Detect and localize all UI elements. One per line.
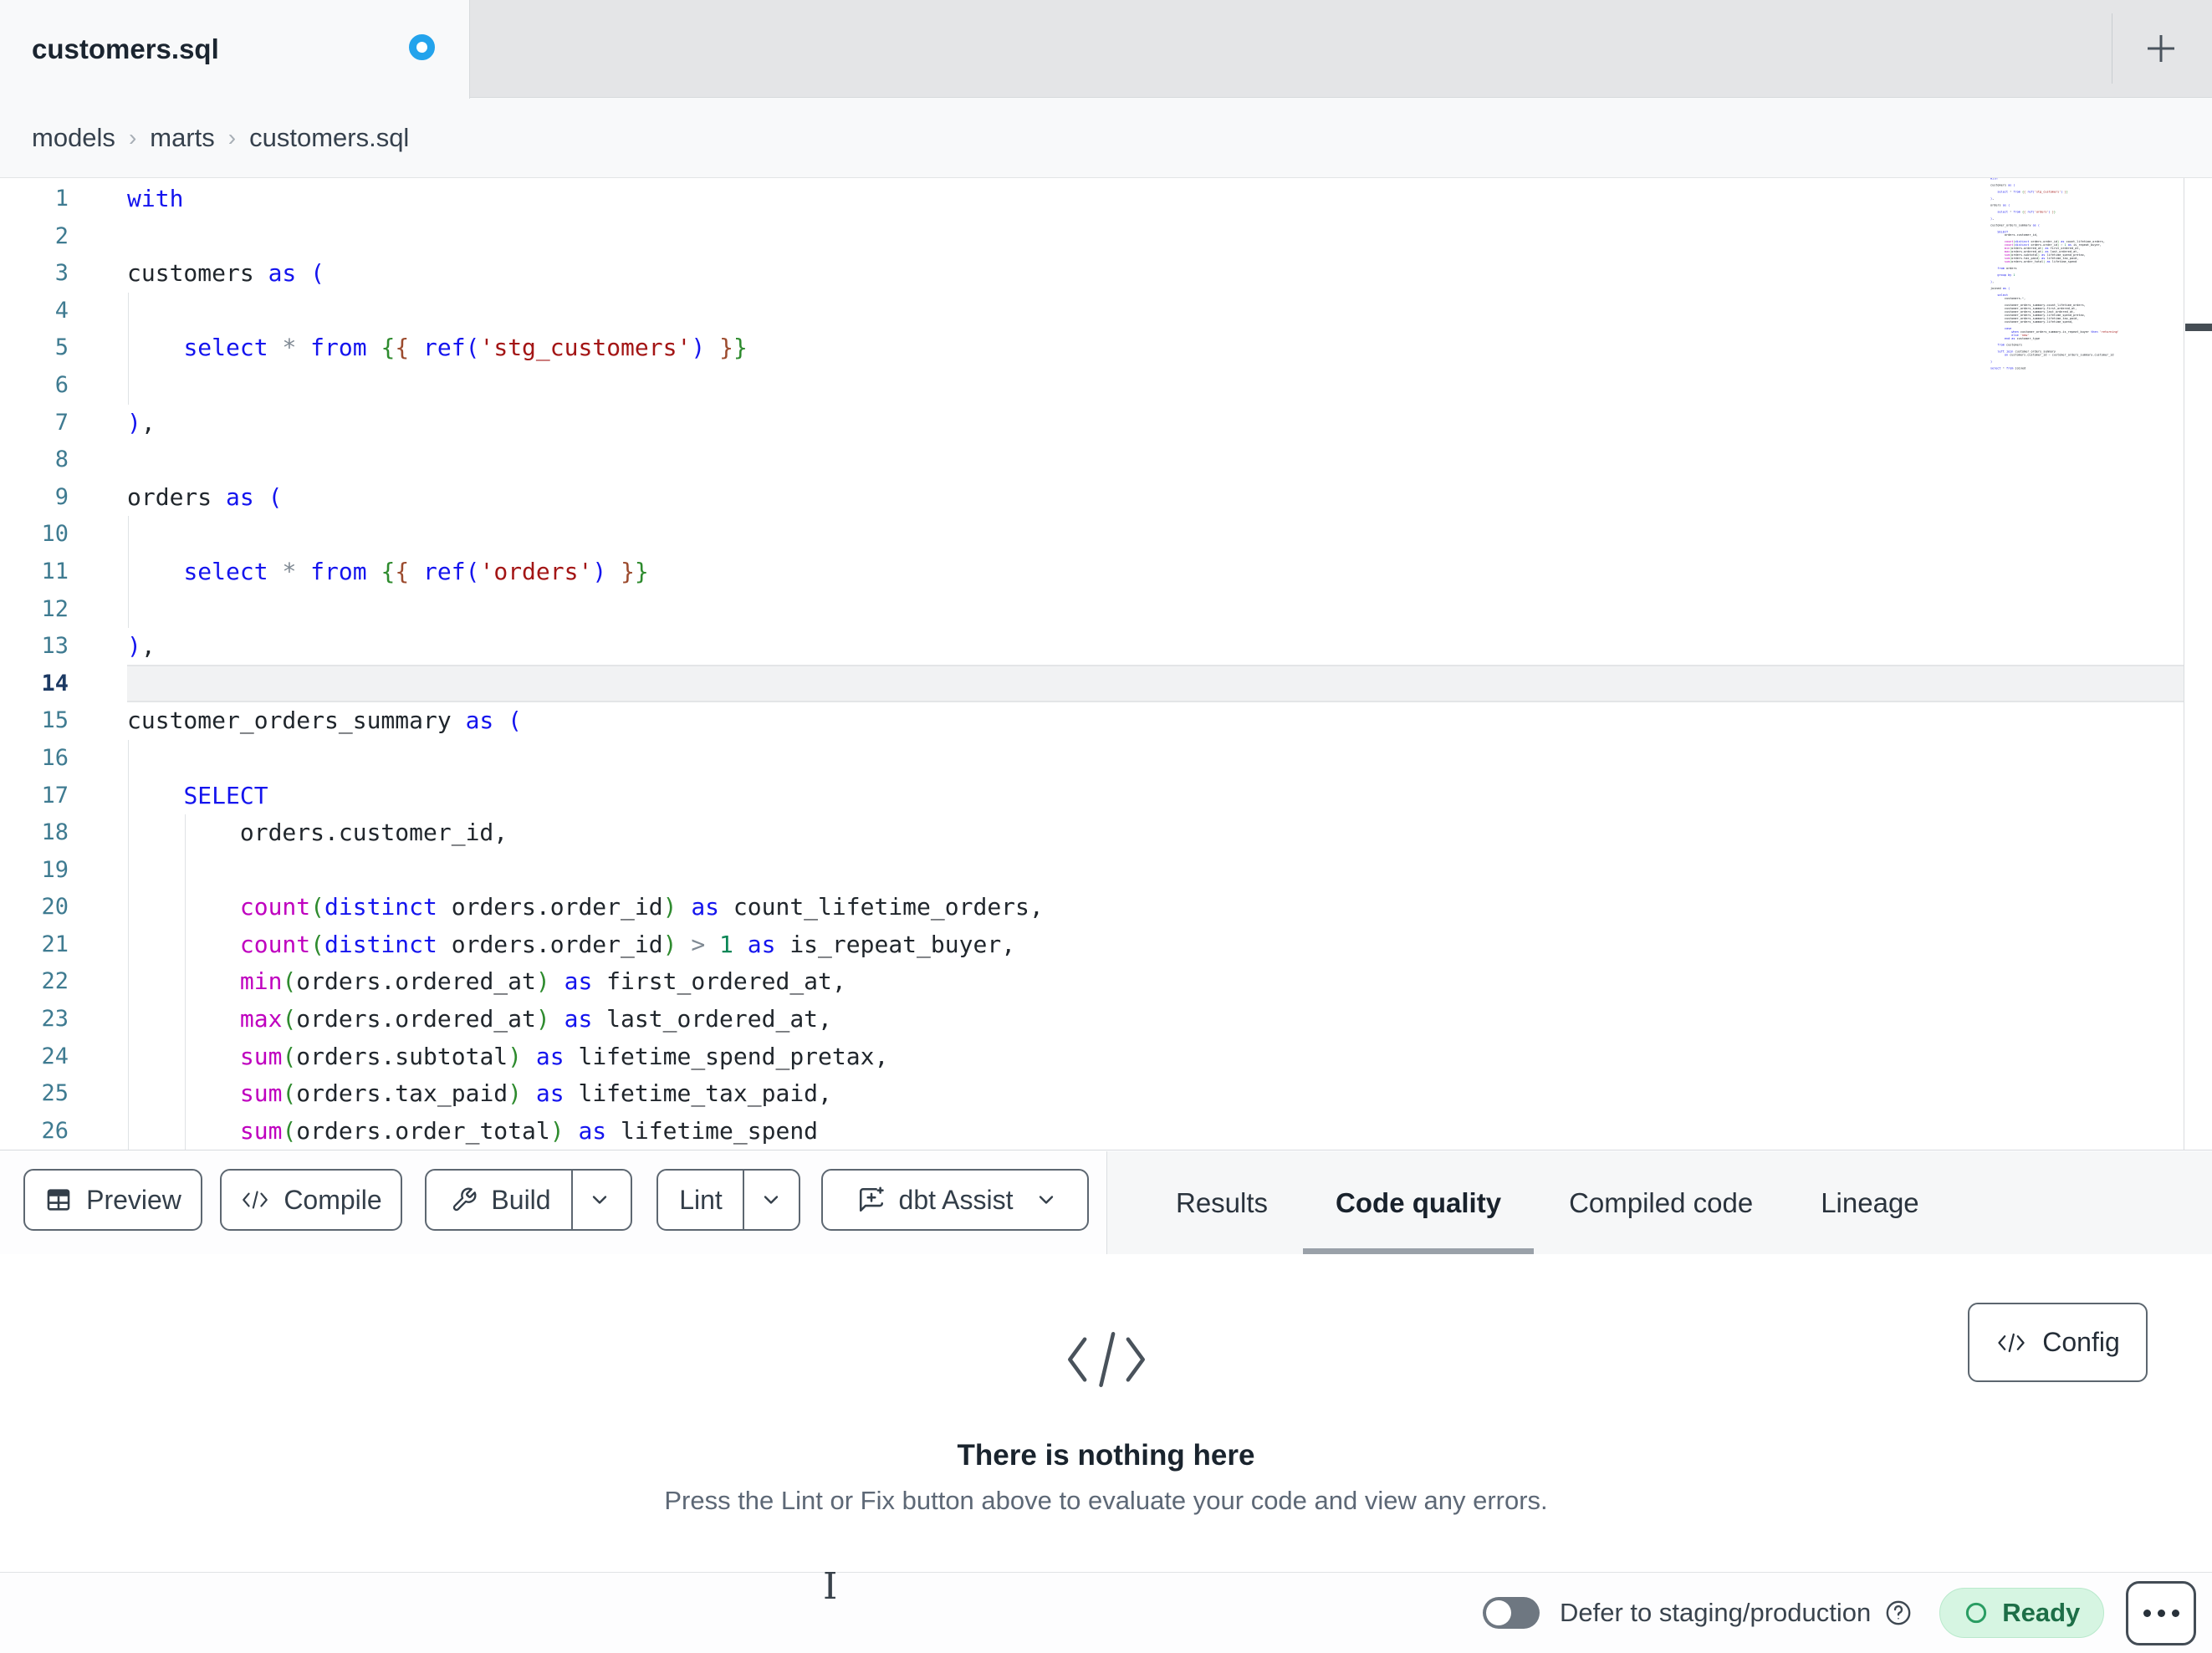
- breadcrumb-item-models[interactable]: models: [32, 123, 115, 153]
- ellipsis-icon: [2143, 1609, 2151, 1617]
- empty-state-title: There is nothing here: [957, 1439, 1255, 1472]
- editor-tab-bar: customers.sql: [0, 0, 2212, 99]
- chevron-down-icon: [764, 1196, 778, 1204]
- compile-button-label: Compile: [284, 1184, 382, 1215]
- line-number-gutter: 1 2 3 4 5 6 7 8 9 10 11 12 13 14 15 16 1…: [41, 186, 69, 1144]
- plus-icon: [2148, 35, 2174, 62]
- help-icon[interactable]: [1884, 1599, 1913, 1627]
- status-bar: Defer to staging/production Ready: [0, 1572, 2212, 1653]
- scrollbar-thumb[interactable]: [2185, 324, 2212, 331]
- status-badge-label: Ready: [2002, 1598, 2081, 1627]
- lint-button[interactable]: Lint: [659, 1171, 743, 1229]
- empty-state-subtitle: Press the Lint or Fix button above to ev…: [664, 1486, 1548, 1515]
- preview-button-label: Preview: [86, 1184, 181, 1215]
- build-split-button: Build: [425, 1169, 632, 1231]
- tab-compiled-code[interactable]: Compiled code: [1569, 1151, 1753, 1254]
- chevron-down-icon: [1040, 1196, 1054, 1204]
- dbt-assist-button-label: dbt Assist: [898, 1184, 1014, 1215]
- build-dropdown-button[interactable]: [570, 1171, 626, 1229]
- code-content[interactable]: with customers as ( select * from {{ ref…: [127, 181, 1044, 1150]
- assist-chat-icon: [859, 1186, 884, 1212]
- ready-circle-icon: [1966, 1602, 1987, 1624]
- lint-dropdown-button[interactable]: [742, 1171, 798, 1229]
- ellipsis-icon: [2171, 1609, 2179, 1617]
- breadcrumb-separator: ›: [227, 124, 237, 151]
- empty-state: There is nothing here Press the Lint or …: [0, 1254, 2212, 1516]
- build-button-label: Build: [491, 1184, 551, 1215]
- breadcrumb-separator: ›: [128, 124, 137, 151]
- tab-title: customers.sql: [32, 33, 219, 64]
- text-cursor-icon: I: [823, 1565, 838, 1608]
- build-button[interactable]: Build: [431, 1171, 570, 1229]
- breadcrumb-item-marts[interactable]: marts: [150, 123, 215, 153]
- tab-customers-sql[interactable]: customers.sql: [0, 0, 470, 99]
- code-icon: [1067, 1332, 1145, 1387]
- toggle-knob: [1486, 1600, 1511, 1625]
- compile-button[interactable]: Compile: [220, 1169, 402, 1231]
- results-tab-bar: Results Code quality Compiled code Linea…: [1106, 1151, 2212, 1254]
- status-badge[interactable]: Ready: [1939, 1588, 2105, 1638]
- lint-split-button: Lint: [656, 1169, 800, 1231]
- tab-lineage[interactable]: Lineage: [1821, 1151, 1918, 1254]
- code-quality-panel: Config There is nothing here Press the L…: [0, 1254, 2212, 1572]
- wrench-icon: [453, 1187, 477, 1212]
- code-editor[interactable]: 1 2 3 4 5 6 7 8 9 10 11 12 13 14 15 16 1…: [0, 178, 2212, 1150]
- code-icon: [243, 1191, 268, 1209]
- dbt-assist-button[interactable]: dbt Assist: [821, 1169, 1089, 1231]
- new-tab-button[interactable]: [2141, 28, 2181, 69]
- lint-button-label: Lint: [679, 1184, 723, 1215]
- preview-button[interactable]: Preview: [23, 1169, 202, 1231]
- editor-toolbar: Preview Compile Build Lint dbt Assist Re…: [0, 1150, 2212, 1254]
- more-options-button[interactable]: [2126, 1580, 2197, 1645]
- defer-label: Defer to staging/production: [1560, 1598, 1872, 1627]
- breadcrumb: models › marts › customers.sql: [32, 123, 409, 153]
- tab-code-quality[interactable]: Code quality: [1303, 1151, 1535, 1254]
- ellipsis-icon: [2157, 1609, 2165, 1617]
- editor-minimap[interactable]: with customers as ( select * from {{ ref…: [1990, 178, 2119, 370]
- tab-results[interactable]: Results: [1176, 1151, 1268, 1254]
- table-icon: [47, 1189, 70, 1211]
- file-header-bar: models › marts › customers.sql Save: [0, 98, 2212, 267]
- breadcrumb-item-file[interactable]: customers.sql: [249, 123, 409, 153]
- chevron-down-icon: [592, 1196, 606, 1204]
- defer-toggle[interactable]: [1483, 1597, 1540, 1629]
- unsaved-changes-icon: [409, 34, 435, 60]
